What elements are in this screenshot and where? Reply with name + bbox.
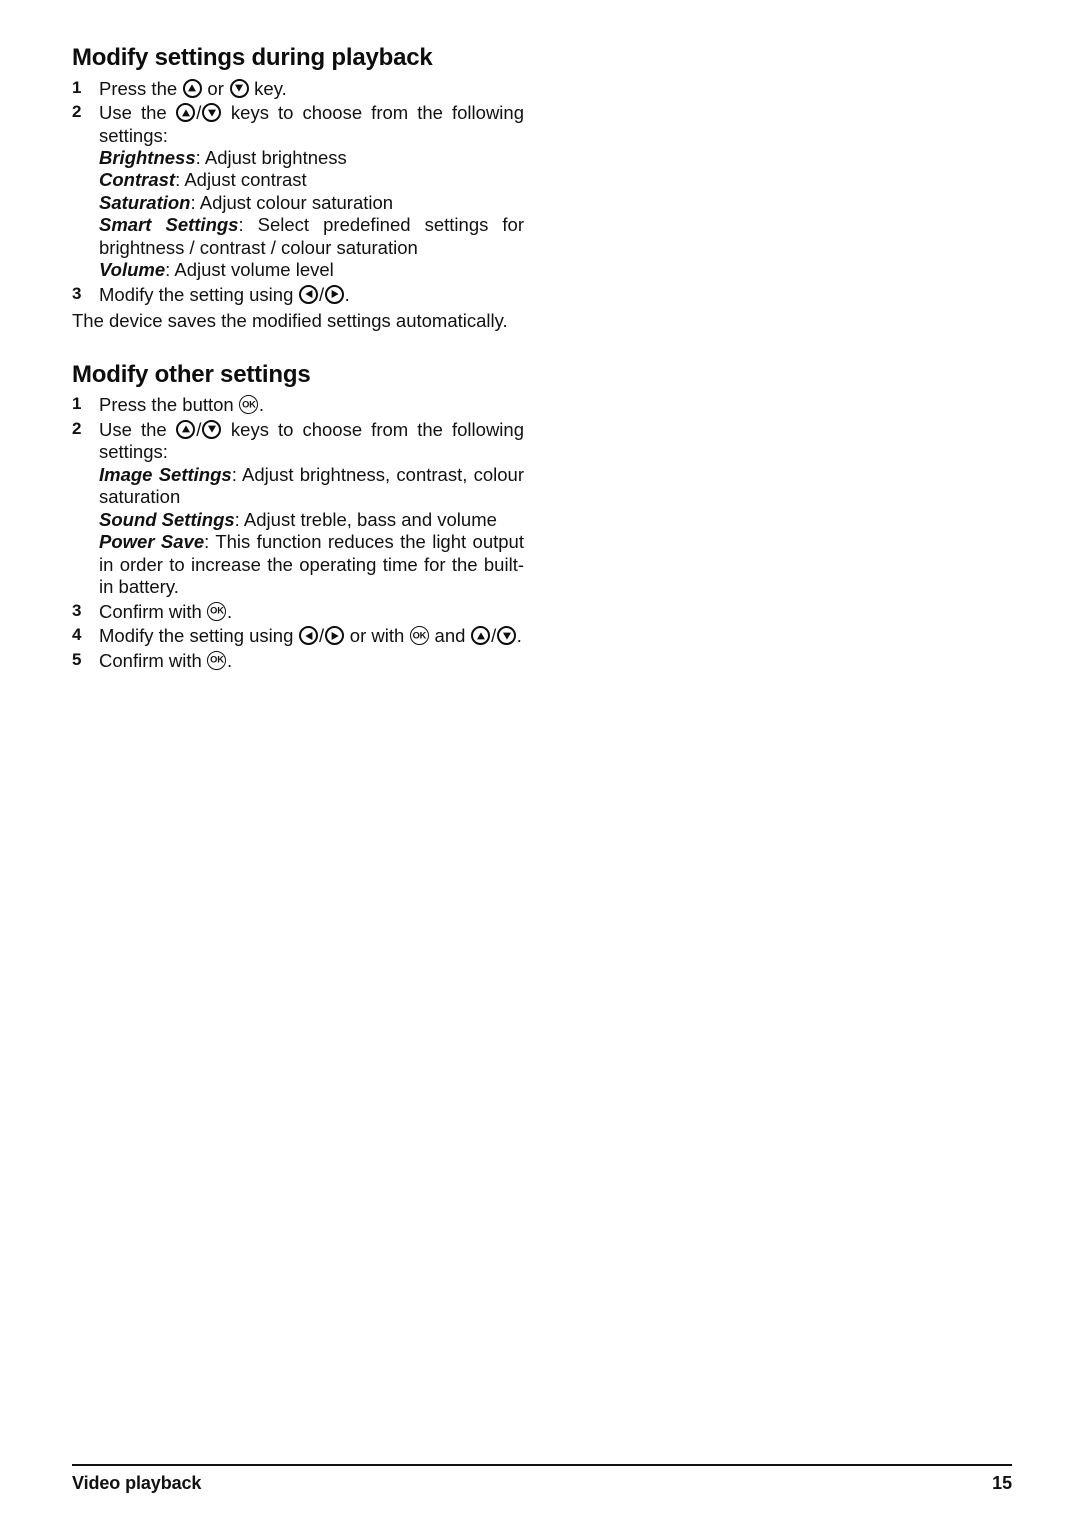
step-item: 3 Confirm with OK. [72,601,524,623]
down-arrow-key-icon [497,626,517,646]
slash-separator: / [196,102,202,124]
setting-description: : Adjust treble, bass and volume [234,508,497,530]
step-text: Press the button OK. [99,394,524,416]
up-arrow-key-icon [471,626,491,646]
step-text-fragment: Confirm with [99,600,207,622]
setting-definition: Power Save: This function reduces the li… [99,531,524,598]
step-number: 1 [72,394,82,414]
setting-description: : Adjust contrast [175,169,307,191]
ok-key-label: OK [210,605,224,616]
setting-term: Sound Settings [99,508,235,530]
ok-key-icon: OK [409,626,429,646]
right-arrow-key-icon [325,284,345,304]
step-text-fragment: Use the [99,418,176,440]
setting-term: Brightness [99,147,196,168]
setting-term: Power Save [99,531,205,553]
setting-description: : Adjust brightness [195,147,347,168]
ok-key-label: OK [242,399,256,410]
steps-list-other-settings: 1 Press the button OK. 2 Use the / keys … [72,394,524,672]
up-arrow-key-icon [176,103,196,123]
step-item: 2 Use the / keys to choose from the foll… [72,102,524,282]
step-text-fragment: or with [344,625,410,647]
footer-row: Video playback 15 [72,1473,1012,1494]
step-text-fragment: or [202,77,230,99]
step-text-fragment: Press the button [99,394,239,416]
step-number: 4 [72,625,82,645]
left-arrow-key-icon [299,284,318,304]
setting-definition: Sound Settings: Adjust treble, bass and … [99,509,524,531]
step-text-fragment: Press the [99,77,183,99]
step-text-fragment: Modify the setting using [99,625,299,647]
step-item: 2 Use the / keys to choose from the foll… [72,419,524,599]
ok-key-icon: OK [207,601,227,621]
step-number: 3 [72,600,82,620]
ok-key-icon: OK [207,650,227,670]
page-footer: Video playback 15 [72,1464,1012,1494]
step-item: 5 Confirm with OK. [72,650,524,672]
step-number: 3 [72,283,82,303]
step-text-fragment: . [516,625,522,647]
footer-chapter-title: Video playback [72,1473,202,1493]
setting-term: Volume [99,259,166,281]
slash-separator: / [319,283,325,305]
down-arrow-key-icon [202,419,222,439]
step-text-fragment: and [429,625,471,647]
page-content: Modify settings during playback 1 Press … [72,44,524,674]
step-item: 1 Press the button OK. [72,394,524,416]
slash-separator: / [319,625,325,647]
ok-key-icon: OK [239,395,259,415]
footer-divider [72,1464,1012,1466]
setting-definition: Brightness: Adjust brightness [99,147,524,169]
ok-key-label: OK [210,654,224,665]
page-title: Modify settings during playback [72,44,433,71]
step-text-fragment: key. [249,77,287,99]
footer-page-number: 15 [992,1473,1012,1493]
auto-save-note: The device saves the modified settings a… [72,310,508,332]
setting-definition: Volume: Adjust volume level [99,259,524,281]
step-number: 1 [72,77,82,97]
up-arrow-key-icon [182,78,202,98]
step-text-fragment: . [344,283,350,305]
step-item: 4 Modify the setting using / or with OK … [72,625,524,647]
step-text: Confirm with OK. [99,650,524,672]
step-text-fragment: . [258,394,265,416]
section-heading-other-settings: Modify other settings [72,360,311,388]
setting-term: Image Settings [99,463,232,485]
slash-separator: / [196,418,202,440]
setting-term: Saturation [99,191,191,213]
up-arrow-key-icon [176,419,196,439]
setting-term: Contrast [99,169,176,191]
step-text: Press the or key. [99,78,524,100]
setting-definition: Smart Settings: Select predefined settin… [99,214,524,259]
down-arrow-key-icon [229,78,249,98]
step-text-fragment: . [226,600,233,622]
step-text: Use the / keys to choose from the follow… [99,419,524,464]
step-text-fragment: Confirm with [99,649,207,671]
step-text: Confirm with OK. [99,601,524,623]
down-arrow-key-icon [202,103,222,123]
step-text: Modify the setting using / or with OK an… [99,625,524,647]
step-number: 2 [72,102,82,122]
step-item: 1 Press the or key. [72,78,524,100]
setting-definition: Saturation: Adjust colour saturation [99,192,524,214]
step-number: 5 [72,649,82,669]
setting-description: : Adjust colour saturation [190,191,394,213]
steps-list-playback: 1 Press the or key. 2 Use the / keys to … [72,78,524,307]
left-arrow-key-icon [299,626,318,646]
step-text-fragment: Modify the setting using [99,283,299,305]
step-text-fragment: . [226,649,233,671]
setting-term: Smart Settings [99,214,239,236]
setting-description: : Adjust volume level [165,259,334,281]
step-text: Use the / keys to choose from the follow… [99,102,524,147]
step-text: Modify the setting using /. [99,284,524,306]
step-number: 2 [72,418,82,438]
step-item: 3 Modify the setting using /. [72,284,524,306]
setting-definition: Image Settings: Adjust brightness, contr… [99,464,524,509]
document-page: Modify settings during playback 1 Press … [0,0,1080,1529]
right-arrow-key-icon [325,626,345,646]
setting-definition: Contrast: Adjust contrast [99,169,524,191]
step-text-fragment: Use the [99,102,176,124]
ok-key-label: OK [412,629,427,640]
slash-separator: / [491,625,497,647]
